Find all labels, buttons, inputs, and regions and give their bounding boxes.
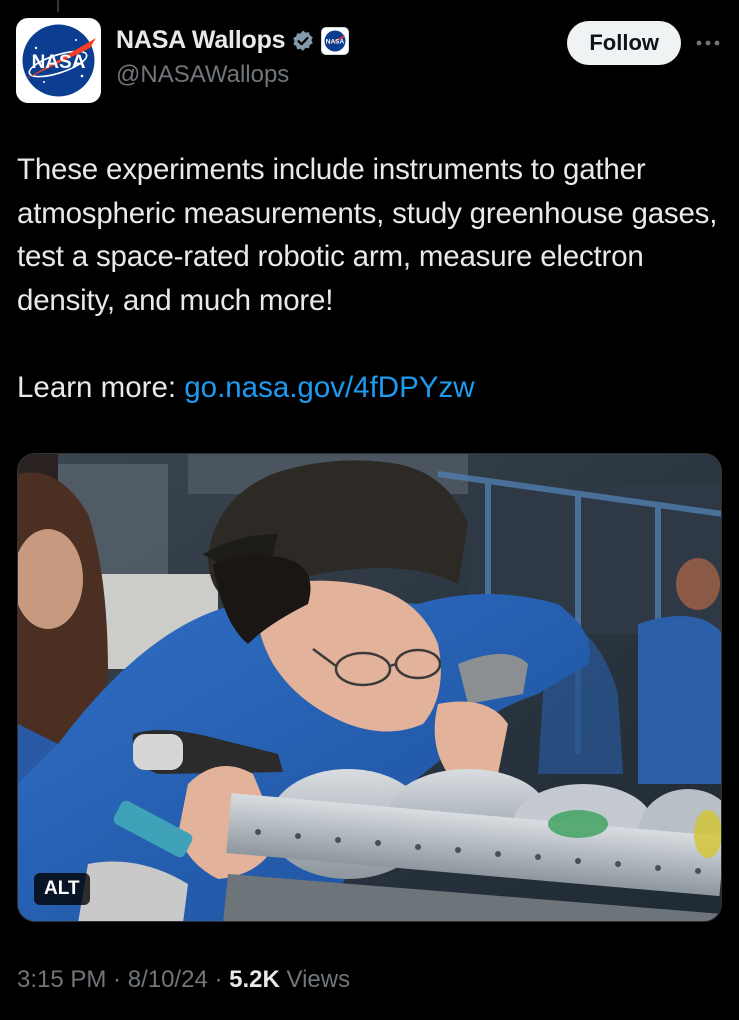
tweet-time[interactable]: 3:15 PM (17, 966, 106, 993)
tweet-date[interactable]: 8/10/24 (128, 966, 208, 993)
meta-separator: · (106, 966, 128, 993)
avatar[interactable]: NASA (16, 18, 101, 103)
verified-badge-icon[interactable] (291, 29, 315, 53)
meta-separator: · (207, 966, 230, 993)
tweet-header: NASA NASA Wallops NASA @NASAWallops Foll… (16, 18, 723, 104)
nasa-logo-icon: NASA (22, 24, 96, 97)
follow-button[interactable]: Follow (567, 21, 681, 65)
learn-more-line: Learn more: go.nasa.gov/4fDPYzw (17, 366, 475, 409)
tweet-link[interactable]: go.nasa.gov/4fDPYzw (184, 371, 474, 404)
svg-text:NASA: NASA (326, 38, 345, 45)
nasa-affiliate-icon[interactable]: NASA (321, 26, 350, 55)
more-options-icon[interactable] (693, 28, 723, 58)
account-handle[interactable]: @NASAWallops (116, 61, 349, 89)
thread-connector-line (57, 0, 59, 12)
tweet-media-photo[interactable]: ALT (17, 453, 722, 922)
account-name-block: NASA Wallops NASA @NASAWallops (116, 26, 350, 89)
alt-text-button[interactable]: ALT (34, 873, 90, 905)
learn-more-label: Learn more: (17, 371, 185, 404)
views-count: 5.2K (229, 966, 280, 993)
display-name[interactable]: NASA Wallops (116, 26, 286, 55)
photo-student-assembling-payload (18, 454, 721, 921)
tweet-body-text: These experiments include instruments to… (17, 153, 718, 317)
views-label: Views (279, 966, 351, 993)
avatar-label: NASA (32, 52, 86, 73)
tweet-meta: 3:15 PM · 8/10/24 · 5.2K Views (17, 966, 350, 994)
